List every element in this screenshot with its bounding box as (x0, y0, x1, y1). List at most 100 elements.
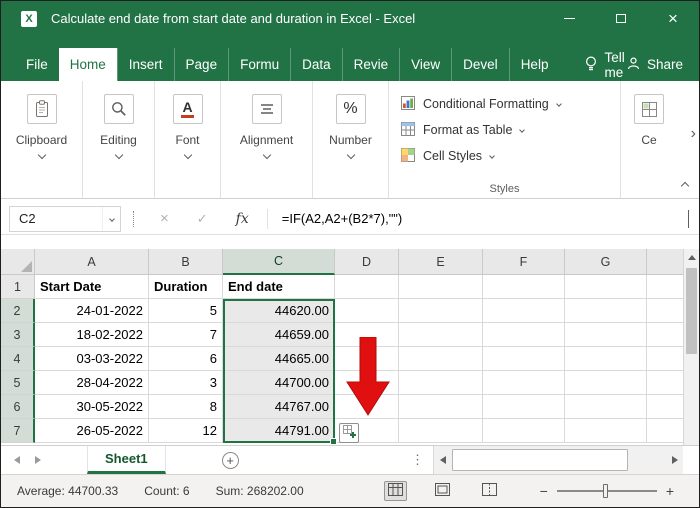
sheet-nav-right-button[interactable] (35, 456, 41, 464)
cell-styles-button[interactable]: Cell Styles (401, 143, 620, 169)
horizontal-scrollbar[interactable] (433, 446, 683, 474)
row-header[interactable]: 4 (1, 347, 35, 371)
tab-file[interactable]: File (15, 48, 59, 81)
grid-cell[interactable] (647, 347, 683, 371)
grid-cell[interactable] (335, 371, 399, 395)
horizontal-scroll-track[interactable] (451, 446, 666, 474)
grid-cell[interactable] (399, 275, 483, 299)
grid-cell[interactable] (565, 347, 647, 371)
grid-cell[interactable] (647, 419, 683, 443)
scroll-up-button[interactable] (684, 249, 699, 266)
grid-cell[interactable]: 8 (149, 395, 223, 419)
close-button[interactable]: × (647, 1, 699, 36)
cells-group-button[interactable]: Ce (621, 81, 677, 198)
column-header-g[interactable]: G (565, 249, 647, 275)
grid-cell[interactable]: 3 (149, 371, 223, 395)
row-header[interactable]: 1 (1, 275, 35, 299)
autofill-options-button[interactable] (339, 423, 359, 443)
enter-icon[interactable]: ✓ (183, 211, 222, 227)
grid-cell[interactable]: 30-05-2022 (35, 395, 149, 419)
grid-cell[interactable] (483, 419, 565, 443)
grid-cell[interactable] (483, 371, 565, 395)
expand-formula-bar-button[interactable] (688, 209, 689, 228)
tab-insert[interactable]: Insert (116, 48, 174, 81)
column-header-c[interactable]: C (223, 249, 335, 275)
grid-cell[interactable] (335, 395, 399, 419)
font-group-button[interactable]: A Font (155, 81, 221, 198)
grid-cell[interactable]: 7 (149, 323, 223, 347)
grid-cell[interactable]: 03-03-2022 (35, 347, 149, 371)
number-group-button[interactable]: % Number (313, 81, 389, 198)
minimize-button[interactable] (543, 1, 595, 36)
grid-cell[interactable]: 12 (149, 419, 223, 443)
zoom-slider-thumb[interactable] (602, 484, 608, 498)
clipboard-group-button[interactable]: Clipboard (1, 81, 83, 198)
vertical-scroll-thumb[interactable] (686, 268, 697, 354)
scroll-right-button[interactable] (666, 446, 683, 474)
scroll-left-button[interactable] (434, 446, 451, 474)
grid-cell[interactable]: 44700.00 (223, 371, 335, 395)
grid-cell[interactable]: 18-02-2022 (35, 323, 149, 347)
conditional-formatting-button[interactable]: Conditional Formatting (401, 91, 620, 117)
grid-cell[interactable]: Duration (149, 275, 223, 299)
grid-cell[interactable] (399, 299, 483, 323)
grid-cell[interactable] (483, 347, 565, 371)
column-header-a[interactable]: A (35, 249, 149, 275)
grid-cell[interactable] (335, 347, 399, 371)
grid-cell[interactable]: 44791.00 (223, 419, 335, 443)
tab-view[interactable]: View (399, 48, 451, 81)
name-box-dropdown[interactable] (102, 206, 120, 231)
grid-cell[interactable]: 6 (149, 347, 223, 371)
grid-cell[interactable]: 44767.00 (223, 395, 335, 419)
formula-input[interactable]: =IF(A2,A2+(B2*7),"") (282, 211, 688, 226)
fill-handle[interactable] (330, 438, 337, 445)
tab-developer[interactable]: Devel (451, 48, 509, 81)
page-layout-view-button[interactable] (431, 481, 454, 501)
grid-cell[interactable] (399, 347, 483, 371)
sheet-nav-left-button[interactable] (14, 456, 20, 464)
grid-cell[interactable] (647, 299, 683, 323)
row-header[interactable]: 6 (1, 395, 35, 419)
grid-cell[interactable]: 44659.00 (223, 323, 335, 347)
tab-data[interactable]: Data (290, 48, 342, 81)
tab-help[interactable]: Help (508, 48, 560, 81)
grid-cell[interactable] (483, 323, 565, 347)
grid-cell[interactable]: 24-01-2022 (35, 299, 149, 323)
column-header-d[interactable]: D (335, 249, 399, 275)
grid-cell[interactable] (399, 371, 483, 395)
collapse-ribbon-button[interactable] (679, 180, 691, 192)
grid-cell[interactable]: End date (223, 275, 335, 299)
grid-cell[interactable]: Start Date (35, 275, 149, 299)
format-as-table-button[interactable]: Format as Table (401, 117, 620, 143)
grid-cell[interactable] (399, 419, 483, 443)
grid-cell[interactable] (565, 419, 647, 443)
grid-cell-active[interactable]: 44620.00 (223, 299, 335, 323)
grid-cell[interactable] (647, 395, 683, 419)
tab-formulas[interactable]: Formu (228, 48, 290, 81)
grid-cell[interactable] (647, 323, 683, 347)
vertical-scrollbar[interactable] (683, 249, 699, 445)
zoom-in-button[interactable]: + (657, 483, 683, 499)
column-header-f[interactable]: F (483, 249, 565, 275)
grid-cell[interactable] (335, 275, 399, 299)
row-header[interactable]: 3 (1, 323, 35, 347)
zoom-slider[interactable] (556, 484, 657, 498)
column-header-e[interactable]: E (399, 249, 483, 275)
tell-me-button[interactable]: Tell me (585, 48, 627, 81)
scrollbar-splitter[interactable]: ⋮ (411, 452, 424, 468)
page-break-view-button[interactable] (478, 481, 501, 501)
alignment-group-button[interactable]: Alignment (221, 81, 313, 198)
grid-cell[interactable] (483, 395, 565, 419)
editing-group-button[interactable]: Editing (83, 81, 155, 198)
column-header-partial[interactable] (647, 249, 683, 275)
grid-cell[interactable] (565, 371, 647, 395)
row-header[interactable]: 7 (1, 419, 35, 443)
normal-view-button[interactable] (383, 481, 407, 501)
row-header[interactable]: 2 (1, 299, 35, 323)
share-button[interactable]: Share (627, 48, 683, 81)
select-all-button[interactable] (1, 249, 35, 275)
grid-cell[interactable] (399, 323, 483, 347)
tab-review[interactable]: Revie (341, 48, 400, 81)
ribbon-scroll-right-button[interactable]: › (691, 125, 696, 143)
name-box[interactable]: C2 (9, 205, 121, 232)
